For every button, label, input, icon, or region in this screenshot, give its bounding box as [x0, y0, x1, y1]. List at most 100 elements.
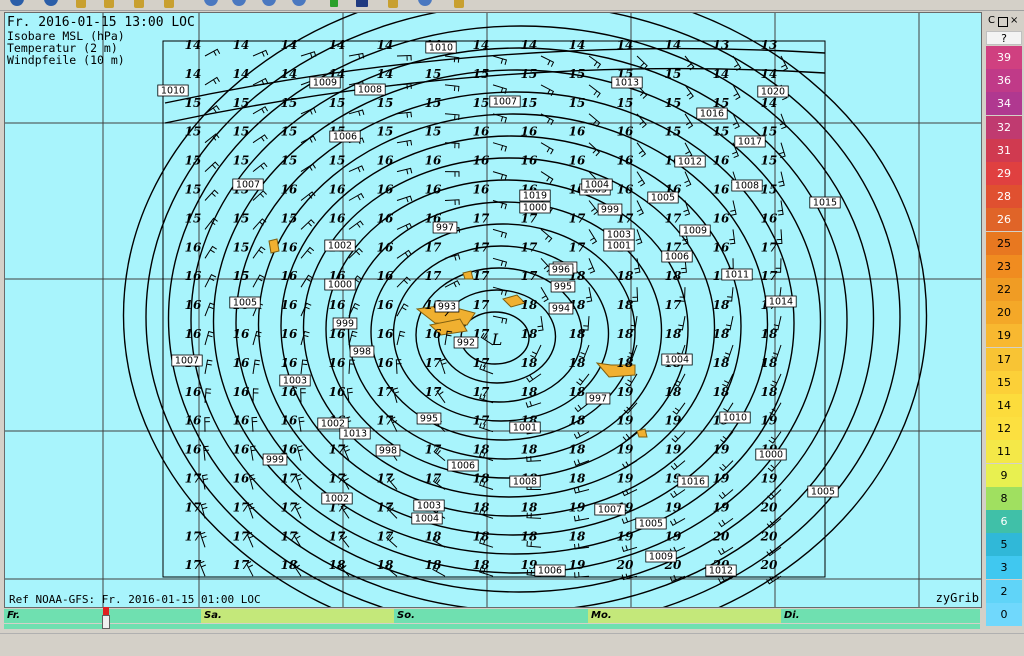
timeline-day[interactable]: Di.: [781, 609, 980, 623]
measure-icon[interactable]: [454, 0, 464, 8]
pressure-label: 1009: [649, 552, 673, 563]
temperature-label: 16: [185, 443, 202, 457]
info-1-icon[interactable]: [204, 0, 218, 6]
tool-4-icon[interactable]: [164, 0, 174, 8]
pressure-label: 998: [379, 446, 397, 457]
temperature-label: 18: [569, 529, 586, 543]
temperature-label: 16: [377, 356, 394, 370]
arrow-right-icon[interactable]: [44, 0, 58, 6]
temperature-label: 14: [761, 96, 778, 110]
toolbar: [0, 0, 1024, 11]
temperature-label: 18: [521, 385, 538, 399]
pressure-label: 1003: [417, 501, 441, 512]
info-4-icon[interactable]: [292, 0, 306, 6]
info-3-icon[interactable]: [262, 0, 276, 6]
arrow-left-icon[interactable]: [10, 0, 24, 6]
temperature-label: 18: [521, 356, 538, 370]
temperature-label: 20: [616, 558, 634, 572]
temperature-label: 17: [329, 472, 346, 486]
temperature-label: 18: [617, 269, 634, 283]
temperature-label: 18: [569, 356, 586, 370]
temperature-label: 15: [185, 125, 202, 139]
timeline-day[interactable]: Mo.: [588, 609, 781, 623]
temperature-label: 17: [521, 211, 538, 225]
pressure-label: 1003: [607, 230, 631, 241]
status-bar: [0, 633, 1024, 656]
temperature-label: 14: [233, 38, 250, 52]
temperature-label: 15: [569, 67, 586, 81]
pressure-label: 1013: [615, 78, 639, 89]
temperature-label: 15: [569, 96, 586, 110]
temperature-label: 16: [329, 183, 346, 197]
pressure-label: 1008: [735, 181, 759, 192]
timeline-slider-handle[interactable]: [102, 615, 110, 629]
temperature-label: 16: [281, 414, 298, 428]
timeline-day[interactable]: So.: [394, 609, 588, 623]
pressure-label: 1008: [513, 477, 537, 488]
temperature-label: 17: [377, 500, 394, 514]
weather-map[interactable]: 14 14 14 14 14 14 14 14 14 14 14 13 13 14 14 14 14 14 15 15…: [5, 13, 981, 607]
timeline-track[interactable]: [4, 624, 980, 629]
temperature-label: 16: [377, 269, 394, 283]
temperature-label: 18: [713, 356, 730, 370]
pressure-label: 992: [457, 338, 475, 349]
temperature-label: 20: [712, 529, 730, 543]
timeline-day[interactable]: Sa.: [201, 609, 394, 623]
temperature-label: 18: [329, 558, 346, 572]
temperature-label: 16: [185, 240, 202, 254]
pressure-label: 994: [552, 304, 570, 315]
pressure-label: 1006: [665, 252, 689, 263]
temperature-label: 16: [713, 154, 730, 168]
temperature-label: 15: [233, 125, 250, 139]
close-icon[interactable]: ×: [1010, 16, 1019, 26]
temperature-label: 16: [185, 414, 202, 428]
temperature-label: 16: [377, 327, 394, 341]
pressure-label: 1003: [283, 376, 307, 387]
temperature-label: 16: [233, 327, 250, 341]
temperature-label: 16: [233, 356, 250, 370]
temperature-label: 16: [473, 154, 490, 168]
temperature-label: 17: [473, 356, 490, 370]
temperature-label: 17: [521, 269, 538, 283]
temperature-label: 18: [521, 529, 538, 543]
temperature-label: 17: [473, 414, 490, 428]
temperature-label: 17: [377, 414, 394, 428]
temperature-label: 15: [281, 96, 298, 110]
temperature-label: 17: [185, 558, 202, 572]
temperature-label: 15: [617, 96, 634, 110]
check-icon[interactable]: [330, 0, 338, 7]
temperature-label: 15: [377, 96, 394, 110]
temperature-label: 14: [281, 67, 298, 81]
temperature-label: 14: [569, 38, 586, 52]
chart-icon[interactable]: [356, 0, 368, 7]
temperature-label: 17: [473, 298, 490, 312]
tool-3-icon[interactable]: [134, 0, 144, 8]
temperature-label: 15: [329, 96, 346, 110]
tool-2-icon[interactable]: [104, 0, 114, 8]
map-view[interactable]: 14 14 14 14 14 14 14 14 14 14 14 13 13 14 14 14 14 14 15 15…: [4, 12, 982, 608]
temperature-label: 19: [761, 472, 778, 486]
temperature-label: 14: [521, 38, 538, 52]
palette-icon[interactable]: [388, 0, 398, 8]
timeline[interactable]: Fr. Sa. So. Mo. Di.: [4, 607, 980, 631]
temperature-label: 14: [473, 38, 490, 52]
pressure-label: 1010: [723, 413, 747, 424]
temperature-label: 17: [185, 529, 202, 543]
temperature-label: 17: [281, 529, 298, 543]
pressure-label: 1006: [333, 132, 357, 143]
restore-icon[interactable]: [998, 17, 1008, 27]
temperature-label: 18: [425, 529, 442, 543]
temperature-label: 16: [617, 183, 634, 197]
pressure-label: 1000: [523, 203, 547, 214]
temperature-label: 17: [329, 443, 346, 457]
temperature-label: 16: [377, 211, 394, 225]
temperature-label: 15: [473, 67, 490, 81]
temperature-label: 19: [569, 558, 586, 572]
temperature-label: 19: [665, 529, 682, 543]
pressure-label: 1009: [683, 226, 707, 237]
tool-1-icon[interactable]: [76, 0, 86, 8]
info-2-icon[interactable]: [232, 0, 246, 6]
settings-icon[interactable]: [418, 0, 432, 6]
pressure-label: 1002: [325, 494, 349, 505]
pressure-label: 998: [353, 347, 371, 358]
